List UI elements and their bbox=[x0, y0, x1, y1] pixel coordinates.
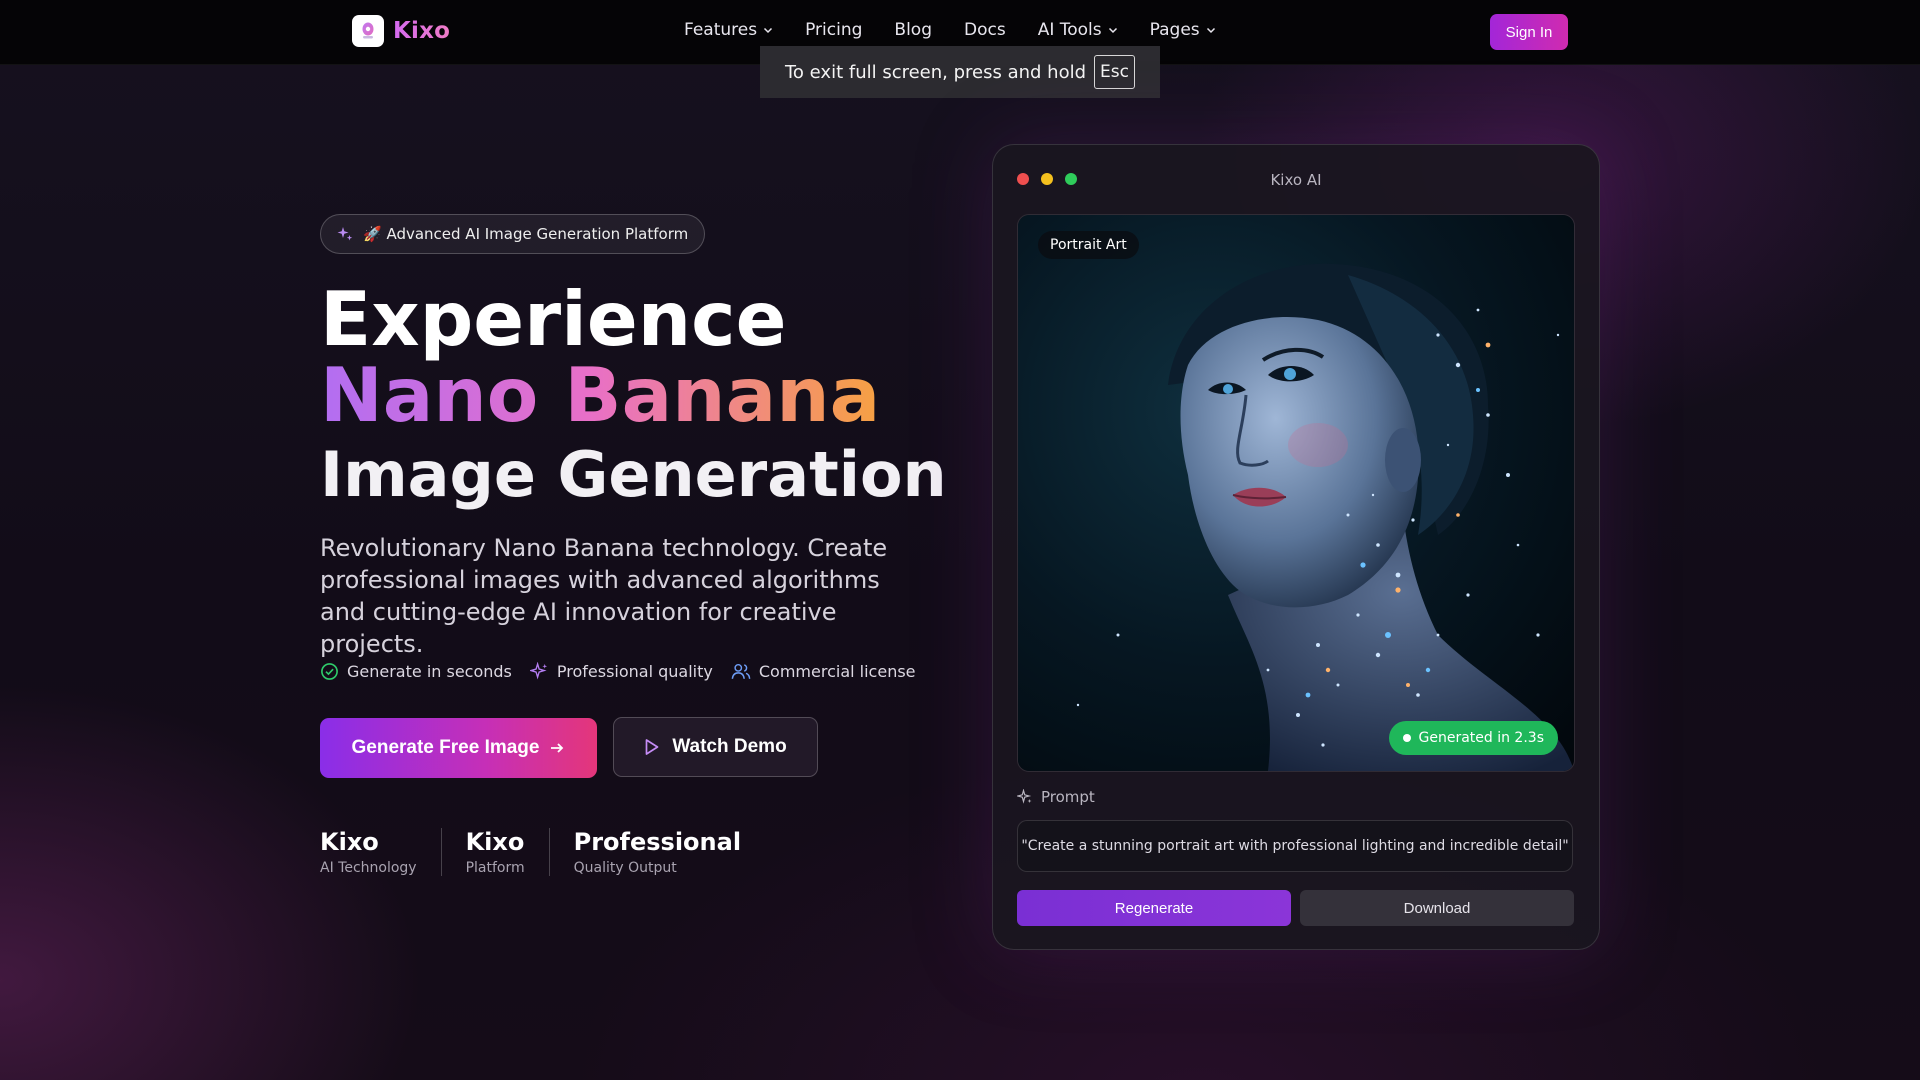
nav-item-pages[interactable]: Pages bbox=[1150, 20, 1216, 40]
prompt-label-text: Prompt bbox=[1041, 788, 1095, 806]
nav-item-label: Blog bbox=[894, 20, 932, 40]
button-label: Watch Demo bbox=[672, 736, 787, 757]
fullscreen-exit-toast: To exit full screen, press and hold Esc bbox=[760, 46, 1160, 98]
brand-name: Kixo bbox=[393, 18, 451, 44]
regenerate-button[interactable]: Regenerate bbox=[1017, 890, 1291, 926]
page-background bbox=[0, 0, 1920, 1080]
hero-badge: 🚀 Advanced AI Image Generation Platform bbox=[320, 214, 706, 254]
sparkles-icon bbox=[529, 662, 547, 680]
feature-label: Professional quality bbox=[556, 662, 713, 681]
prompt-text-box[interactable]: "Create a stunning portrait art with pro… bbox=[1017, 820, 1573, 872]
image-category-tag: Portrait Art bbox=[1038, 231, 1139, 259]
hero-description: Revolutionary Nano Banana technology. Cr… bbox=[320, 534, 888, 658]
stat-value: Professional bbox=[573, 828, 742, 856]
chevron-down-icon bbox=[764, 27, 773, 34]
users-icon bbox=[731, 663, 751, 679]
generation-time-text: Generated in 2.3s bbox=[1418, 730, 1545, 746]
chevron-down-icon bbox=[1206, 27, 1215, 34]
stat-item: Professional Quality Output bbox=[574, 828, 765, 876]
app-window-title: Kixo AI bbox=[1270, 171, 1322, 189]
brand-logo[interactable]: Kixo bbox=[352, 15, 450, 47]
feature-label: Generate in seconds bbox=[347, 662, 512, 681]
stat-label: Platform bbox=[465, 860, 525, 876]
check-circle-icon bbox=[321, 663, 338, 680]
download-button[interactable]: Download bbox=[1300, 890, 1574, 926]
play-icon bbox=[645, 739, 659, 755]
feature-item: Generate in seconds bbox=[320, 662, 512, 681]
prompt-label: Prompt bbox=[1017, 788, 1095, 806]
stat-label: AI Technology bbox=[320, 860, 417, 876]
prompt-text: "Create a stunning portrait art with pro… bbox=[1021, 838, 1569, 854]
toast-text: To exit full screen, press and hold bbox=[785, 61, 1087, 83]
stat-label: Quality Output bbox=[573, 860, 677, 876]
hero-title-line3: Image Generation bbox=[320, 438, 947, 511]
nav-item-label: Pages bbox=[1149, 20, 1200, 40]
generate-free-image-button[interactable]: Generate Free Image bbox=[320, 718, 597, 778]
nav-item-blog[interactable]: Blog bbox=[894, 20, 932, 40]
sparkles-icon bbox=[337, 227, 353, 241]
arrow-right-icon bbox=[551, 743, 564, 753]
generated-image: Portrait Art Generated in 2.3s bbox=[1017, 214, 1575, 772]
button-label: Generate Free Image bbox=[351, 737, 540, 758]
hero-title: Experience Nano Banana Image Generation bbox=[320, 282, 947, 506]
feature-item: Commercial license bbox=[731, 662, 916, 681]
esc-key: Esc bbox=[1094, 55, 1135, 89]
feature-item: Professional quality bbox=[529, 662, 713, 681]
feature-label: Commercial license bbox=[758, 662, 916, 681]
feature-list: Generate in seconds Professional quality… bbox=[320, 662, 934, 681]
status-dot bbox=[1402, 734, 1411, 742]
sparkles-icon bbox=[1017, 789, 1032, 804]
stat-value: Kixo bbox=[320, 828, 379, 856]
hero-stats: Kixo AI Technology Kixo Platform Profess… bbox=[320, 828, 789, 876]
nav-item-docs[interactable]: Docs bbox=[964, 20, 1006, 40]
nav-item-ai-tools[interactable]: AI Tools bbox=[1038, 20, 1118, 40]
nav-item-label: Docs bbox=[964, 20, 1006, 40]
chevron-down-icon bbox=[1108, 27, 1117, 34]
nav-item-features[interactable]: Features bbox=[684, 20, 773, 40]
stat-item: Kixo AI Technology bbox=[320, 828, 442, 876]
main-menu: Features Pricing Blog Docs AI Tools Page… bbox=[684, 20, 1248, 40]
hero-title-line2: Nano Banana bbox=[320, 351, 881, 439]
sign-in-button[interactable]: Sign In bbox=[1490, 14, 1568, 50]
app-preview-card: Kixo AI Portrait Art Generated in 2.3s P… bbox=[992, 144, 1600, 950]
hero-badge-text: 🚀 Advanced AI Image Generation Platform bbox=[363, 225, 689, 243]
stat-value: Kixo bbox=[465, 828, 525, 856]
portrait-art-image bbox=[1018, 215, 1574, 771]
watch-demo-button[interactable]: Watch Demo bbox=[613, 717, 818, 777]
nav-item-label: AI Tools bbox=[1037, 20, 1102, 40]
nav-item-label: Pricing bbox=[805, 20, 863, 40]
nav-item-label: Features bbox=[684, 20, 758, 40]
nav-item-pricing[interactable]: Pricing bbox=[805, 20, 862, 40]
generation-time-badge: Generated in 2.3s bbox=[1388, 721, 1558, 755]
stat-item: Kixo Platform bbox=[466, 828, 550, 876]
logo-mark-icon bbox=[352, 15, 384, 47]
hero-title-line1: Experience bbox=[320, 275, 787, 363]
